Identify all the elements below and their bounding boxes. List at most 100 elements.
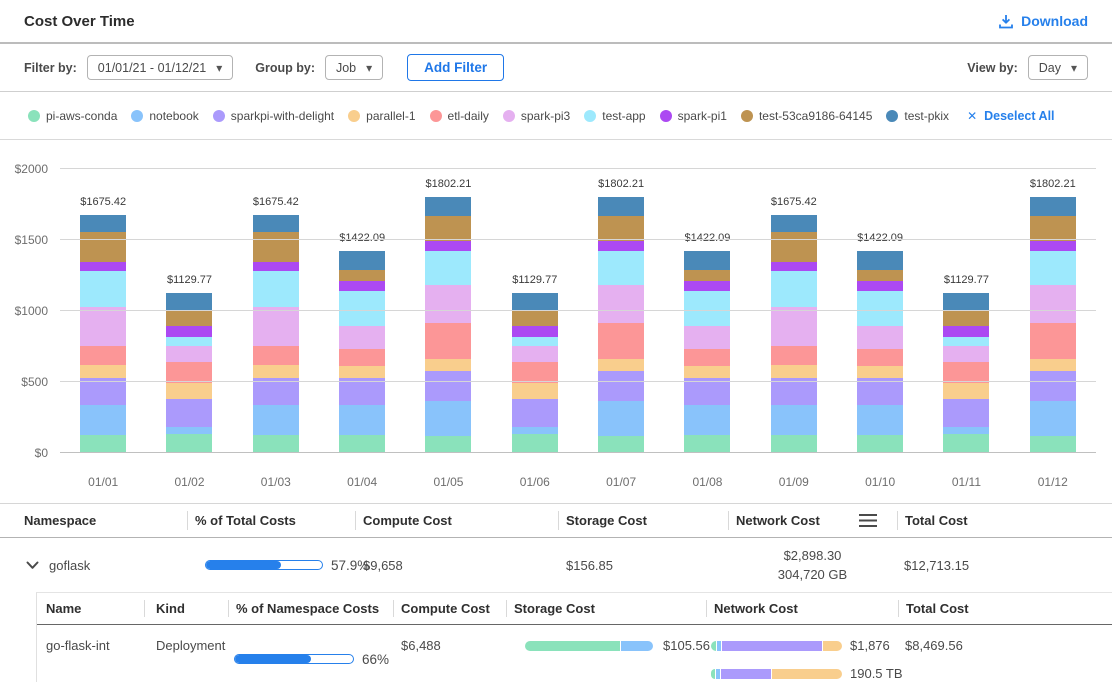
bar-segment-test-pkix[interactable] <box>857 251 903 270</box>
bar-segment-parallel-1[interactable] <box>943 383 989 399</box>
bar-segment-spark-pi1[interactable] <box>339 281 385 291</box>
legend-item-notebook[interactable]: notebook <box>131 109 198 123</box>
bar-segment-etl-daily[interactable] <box>512 362 558 383</box>
bar-segment-parallel-1[interactable] <box>598 359 644 371</box>
bar-segment-notebook[interactable] <box>339 405 385 435</box>
bar-segment-sparkpi-with-delight[interactable] <box>166 399 212 427</box>
bar-segment-notebook[interactable] <box>80 405 126 435</box>
bar-segment-parallel-1[interactable] <box>771 365 817 378</box>
bar-segment-test-app[interactable] <box>253 271 299 307</box>
bar-segment-spark-pi1[interactable] <box>771 262 817 272</box>
bar-segment-parallel-1[interactable] <box>684 366 730 378</box>
bar-segment-parallel-1[interactable] <box>1030 359 1076 371</box>
column-header-pct-total[interactable]: % of Total Costs <box>187 504 355 537</box>
bar-segment-test-app[interactable] <box>771 271 817 307</box>
column-header-name[interactable]: Name <box>37 593 144 624</box>
bar-segment-notebook[interactable] <box>512 427 558 434</box>
bar-segment-notebook[interactable] <box>771 405 817 435</box>
bar-segment-pi-aws-conda[interactable] <box>166 434 212 453</box>
bar-segment-test-53ca9186-64145[interactable] <box>512 311 558 326</box>
bar-segment-pi-aws-conda[interactable] <box>80 435 126 453</box>
date-range-select[interactable]: 01/01/21 - 01/12/21 ▾ <box>87 55 233 80</box>
bar-segment-spark-pi1[interactable] <box>684 281 730 291</box>
column-header-storage[interactable]: Storage Cost <box>506 593 706 624</box>
bar-segment-test-app[interactable] <box>684 291 730 327</box>
bar-segment-spark-pi1[interactable] <box>943 326 989 337</box>
bar-segment-pi-aws-conda[interactable] <box>512 434 558 453</box>
bar-segment-test-pkix[interactable] <box>684 251 730 270</box>
bar-segment-test-pkix[interactable] <box>771 215 817 232</box>
legend-item-test-53ca9186-64145[interactable]: test-53ca9186-64145 <box>741 109 872 123</box>
bar-segment-sparkpi-with-delight[interactable] <box>1030 371 1076 401</box>
bar-segment-etl-daily[interactable] <box>857 349 903 366</box>
legend-item-sparkpi-with-delight[interactable]: sparkpi-with-delight <box>213 109 334 123</box>
bar-segment-test-53ca9186-64145[interactable] <box>943 311 989 326</box>
bar-segment-test-pkix[interactable] <box>943 293 989 311</box>
bar-segment-etl-daily[interactable] <box>80 346 126 364</box>
bar-segment-test-53ca9186-64145[interactable] <box>339 270 385 281</box>
bar-segment-spark-pi3[interactable] <box>339 326 385 349</box>
bar-segment-etl-daily[interactable] <box>166 362 212 383</box>
bar-segment-pi-aws-conda[interactable] <box>253 435 299 453</box>
bar-segment-spark-pi1[interactable] <box>1030 241 1076 252</box>
add-filter-button[interactable]: Add Filter <box>407 54 504 81</box>
bar-segment-notebook[interactable] <box>1030 401 1076 436</box>
bar-segment-pi-aws-conda[interactable] <box>943 434 989 453</box>
stacked-bar-01/08[interactable] <box>684 251 730 453</box>
column-header-compute[interactable]: Compute Cost <box>355 504 558 537</box>
bar-segment-spark-pi1[interactable] <box>80 262 126 272</box>
bar-segment-notebook[interactable] <box>684 405 730 435</box>
bar-segment-spark-pi3[interactable] <box>857 326 903 349</box>
bar-segment-parallel-1[interactable] <box>80 365 126 378</box>
bar-segment-spark-pi3[interactable] <box>512 346 558 362</box>
bar-segment-spark-pi3[interactable] <box>1030 285 1076 322</box>
column-header-kind[interactable]: Kind <box>144 593 228 624</box>
column-header-total[interactable]: Total Cost <box>898 593 1112 624</box>
bar-segment-test-app[interactable] <box>166 337 212 346</box>
bar-segment-parallel-1[interactable] <box>339 366 385 378</box>
bar-segment-parallel-1[interactable] <box>253 365 299 378</box>
bar-segment-test-53ca9186-64145[interactable] <box>166 311 212 326</box>
bar-segment-spark-pi1[interactable] <box>425 241 471 252</box>
stacked-bar-01/11[interactable] <box>943 293 989 453</box>
bar-segment-spark-pi1[interactable] <box>598 241 644 252</box>
bar-segment-test-53ca9186-64145[interactable] <box>80 232 126 261</box>
bar-segment-notebook[interactable] <box>598 401 644 436</box>
bar-segment-test-app[interactable] <box>857 291 903 327</box>
bar-segment-test-app[interactable] <box>1030 251 1076 285</box>
stacked-bar-01/07[interactable] <box>598 197 644 453</box>
bar-segment-spark-pi1[interactable] <box>512 326 558 337</box>
bar-segment-test-pkix[interactable] <box>166 293 212 311</box>
bar-segment-notebook[interactable] <box>425 401 471 436</box>
column-header-pct-namespace[interactable]: % of Namespace Costs <box>228 593 393 624</box>
bar-segment-test-pkix[interactable] <box>512 293 558 311</box>
bar-segment-test-53ca9186-64145[interactable] <box>684 270 730 281</box>
bar-segment-sparkpi-with-delight[interactable] <box>684 378 730 405</box>
bar-segment-pi-aws-conda[interactable] <box>425 436 471 453</box>
column-header-storage[interactable]: Storage Cost <box>558 504 728 537</box>
legend-item-spark-pi3[interactable]: spark-pi3 <box>503 109 570 123</box>
bar-segment-sparkpi-with-delight[interactable] <box>598 371 644 401</box>
bar-segment-sparkpi-with-delight[interactable] <box>425 371 471 401</box>
legend-item-test-app[interactable]: test-app <box>584 109 645 123</box>
chevron-down-icon[interactable] <box>26 561 39 570</box>
stacked-bar-01/01[interactable] <box>80 215 126 453</box>
bar-segment-etl-daily[interactable] <box>253 346 299 364</box>
column-header-namespace[interactable]: Namespace <box>0 504 187 537</box>
legend-item-etl-daily[interactable]: etl-daily <box>430 109 489 123</box>
bar-segment-spark-pi3[interactable] <box>425 285 471 322</box>
bar-segment-test-app[interactable] <box>80 271 126 307</box>
stacked-bar-01/06[interactable] <box>512 293 558 453</box>
bar-segment-spark-pi3[interactable] <box>80 307 126 346</box>
bar-segment-spark-pi3[interactable] <box>771 307 817 346</box>
bar-segment-parallel-1[interactable] <box>166 383 212 399</box>
bar-segment-etl-daily[interactable] <box>425 323 471 360</box>
bar-segment-test-pkix[interactable] <box>339 251 385 270</box>
stacked-bar-01/04[interactable] <box>339 251 385 453</box>
bar-segment-test-app[interactable] <box>598 251 644 285</box>
bar-segment-spark-pi1[interactable] <box>857 281 903 291</box>
bar-segment-parallel-1[interactable] <box>512 383 558 399</box>
bar-segment-sparkpi-with-delight[interactable] <box>512 399 558 427</box>
bar-segment-sparkpi-with-delight[interactable] <box>857 378 903 405</box>
bar-segment-etl-daily[interactable] <box>771 346 817 364</box>
